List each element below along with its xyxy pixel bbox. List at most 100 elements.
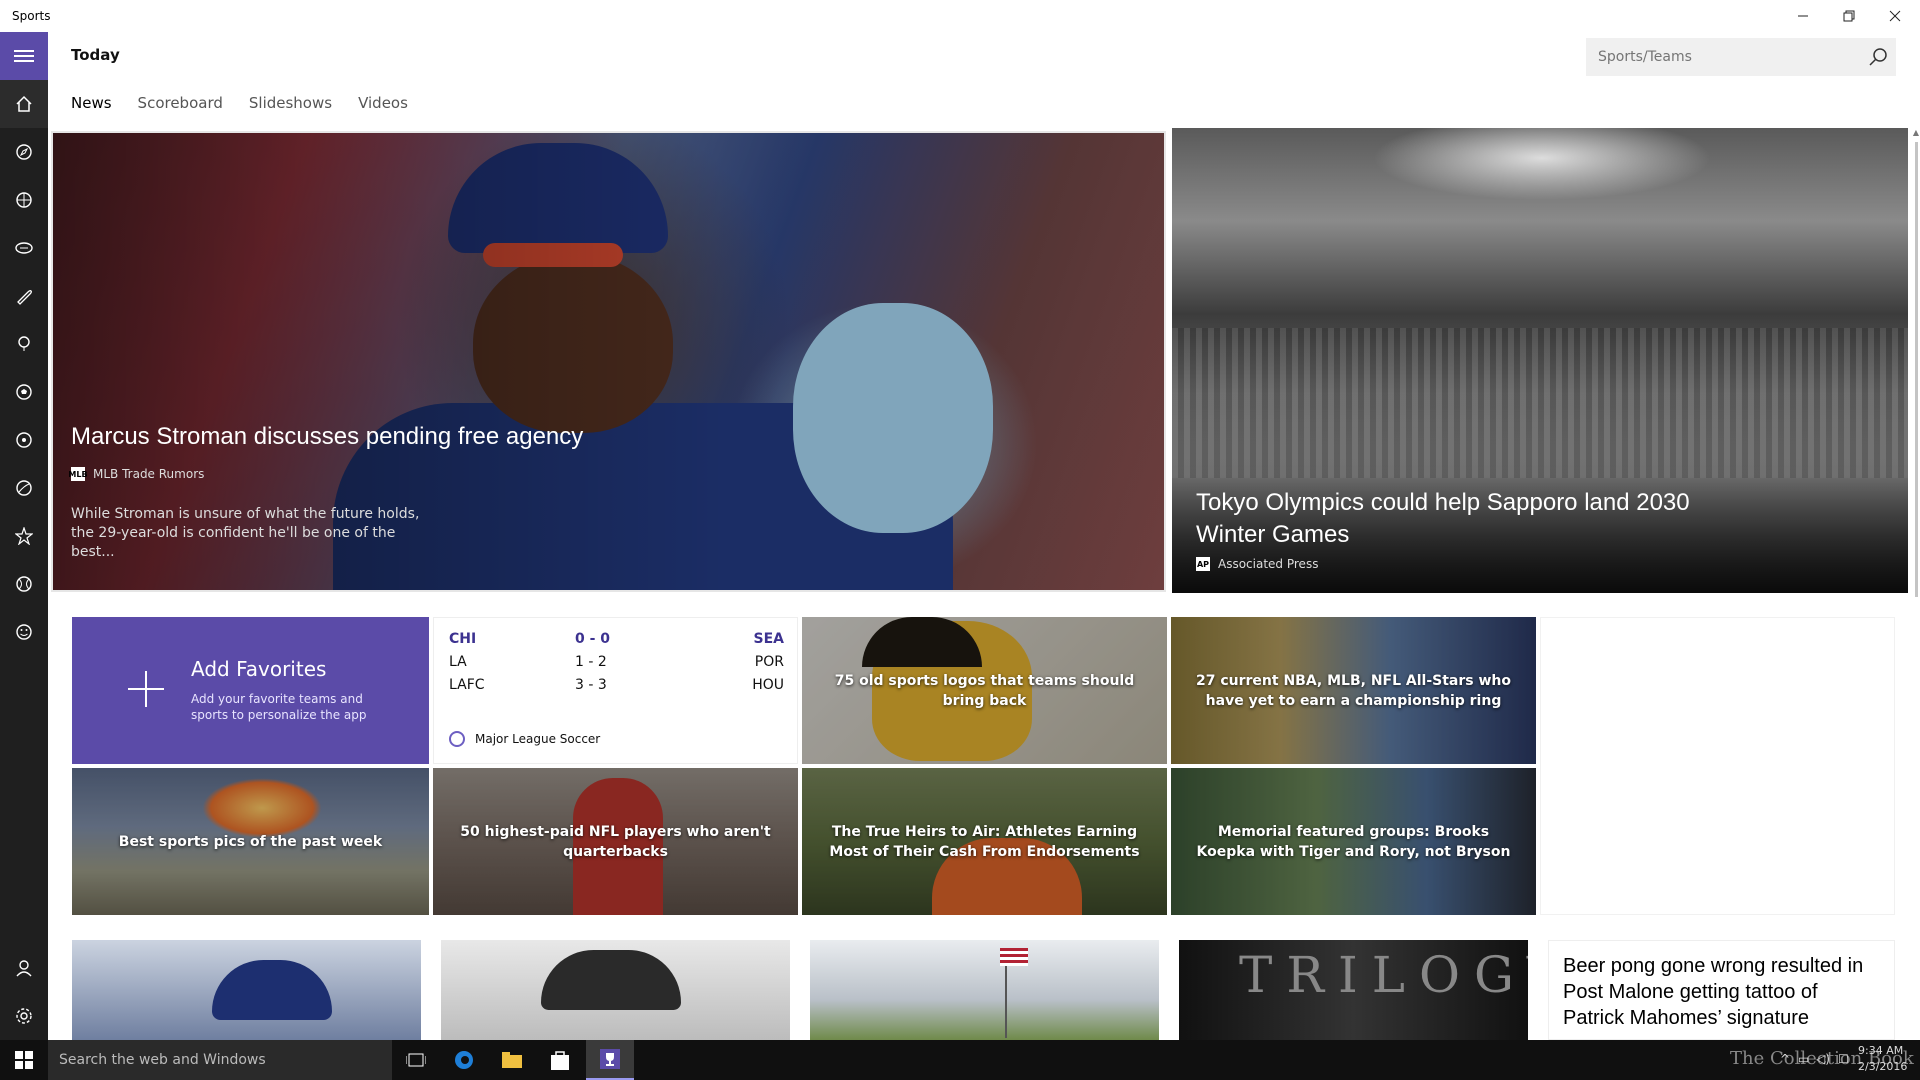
tab-videos[interactable]: Videos bbox=[358, 94, 408, 112]
golf-icon bbox=[16, 432, 32, 448]
network-icon[interactable]: ▭ bbox=[1798, 1052, 1809, 1066]
add-favorites-tile[interactable]: Add Favorites Add your favorite teams an… bbox=[72, 617, 429, 764]
store-bag-icon bbox=[551, 1051, 569, 1070]
nav-fun[interactable] bbox=[0, 608, 48, 656]
article-tile-bottom-4[interactable]: TRILOGY bbox=[1179, 940, 1528, 1040]
nav-football[interactable] bbox=[0, 224, 48, 272]
taskbar-store[interactable] bbox=[536, 1040, 584, 1080]
text-tile-headline: Beer pong gone wrong resulted in Post Ma… bbox=[1563, 955, 1864, 1029]
section-tabs: News Scoreboard Slideshows Videos bbox=[71, 94, 408, 112]
tile-caption: Best sports pics of the past week bbox=[118, 833, 383, 850]
score-row: LA 1 - 2 POR bbox=[449, 654, 784, 670]
title-bar: Sports bbox=[0, 0, 1920, 32]
star-icon bbox=[15, 527, 33, 545]
nav-rail bbox=[0, 32, 48, 1040]
hero-article-main[interactable]: Marcus Stroman discusses pending free ag… bbox=[51, 131, 1166, 592]
chevron-up-icon[interactable]: ^ bbox=[1780, 1052, 1790, 1066]
add-favorites-description: Add your favorite teams and sports to pe… bbox=[191, 692, 367, 722]
article-tile-bottom-2[interactable] bbox=[441, 940, 790, 1040]
scroll-up-arrow-icon[interactable]: ▲ bbox=[1913, 128, 1919, 137]
scroll-thumb[interactable] bbox=[1915, 142, 1918, 597]
nav-baseball[interactable] bbox=[0, 272, 48, 320]
nav-explore[interactable] bbox=[0, 128, 48, 176]
notification-icon[interactable]: ☐ bbox=[1838, 1052, 1849, 1066]
vertical-scrollbar[interactable]: ▲ bbox=[1910, 128, 1920, 1040]
clock-time: 9:34 AM bbox=[1858, 1044, 1904, 1057]
league-label: Major League Soccer bbox=[449, 731, 600, 747]
nav-account[interactable] bbox=[0, 944, 48, 992]
article-tile-text[interactable]: Beer pong gone wrong resulted in Post Ma… bbox=[1548, 940, 1895, 1040]
trilogy-word: TRILOGY bbox=[1239, 946, 1528, 1004]
flag-icon bbox=[1000, 948, 1028, 966]
football-icon bbox=[15, 242, 33, 254]
hockey-icon bbox=[16, 480, 32, 496]
task-view-button[interactable] bbox=[392, 1040, 440, 1080]
start-button[interactable] bbox=[0, 1040, 48, 1080]
hero-main-text: Marcus Stroman discusses pending free ag… bbox=[68, 423, 583, 562]
scoreboard-tile[interactable]: CHI 0 - 0 SEA LA 1 - 2 POR LAFC 3 - 3 HO… bbox=[433, 617, 798, 764]
taskbar-clock[interactable]: 9:34 AM 2/3/2016 bbox=[1858, 1043, 1907, 1075]
nav-soccer[interactable] bbox=[0, 368, 48, 416]
home-icon bbox=[16, 95, 32, 112]
source-logo-icon: AP bbox=[1196, 557, 1210, 571]
search-box[interactable] bbox=[1586, 38, 1896, 76]
nav-hockey[interactable] bbox=[0, 464, 48, 512]
article-tile-old-logos[interactable]: 75 old sports logos that teams should br… bbox=[802, 617, 1167, 764]
taskbar-search[interactable]: Search the web and Windows bbox=[48, 1040, 392, 1080]
article-tile-memorial[interactable]: Memorial featured groups: Brooks Koepka … bbox=[1171, 768, 1536, 915]
tab-scoreboard[interactable]: Scoreboard bbox=[138, 94, 223, 112]
basketball-icon bbox=[16, 192, 32, 208]
tile-caption: 50 highest-paid NFL players who aren't q… bbox=[460, 823, 771, 860]
nav-favorites[interactable] bbox=[0, 512, 48, 560]
account-icon bbox=[16, 960, 32, 977]
windows-logo-icon bbox=[15, 1051, 33, 1069]
hamburger-menu-button[interactable] bbox=[0, 32, 48, 80]
clock-date: 2/3/2016 bbox=[1858, 1060, 1908, 1073]
baseball-bat-icon bbox=[17, 290, 32, 305]
app-title: Sports bbox=[12, 9, 51, 23]
folder-icon bbox=[502, 1052, 522, 1068]
nav-home[interactable] bbox=[0, 80, 48, 128]
tile-caption: Memorial featured groups: Brooks Koepka … bbox=[1196, 823, 1511, 860]
hero-side-source: AP Associated Press bbox=[1196, 557, 1716, 571]
volume-icon[interactable]: ◁) bbox=[1816, 1052, 1830, 1066]
tile-caption: The True Heirs to Air: Athletes Earning … bbox=[829, 823, 1140, 860]
taskbar-edge[interactable] bbox=[440, 1040, 488, 1080]
hero-main-summary: While Stroman is unsure of what the futu… bbox=[71, 506, 420, 560]
close-button[interactable] bbox=[1872, 0, 1918, 32]
hero-article-side[interactable]: Tokyo Olympics could help Sapporo land 2… bbox=[1172, 128, 1908, 593]
tab-slideshows[interactable]: Slideshows bbox=[249, 94, 332, 112]
nav-tennis[interactable] bbox=[0, 560, 48, 608]
add-favorites-title: Add Favorites bbox=[191, 657, 327, 681]
article-tile-sports-pics[interactable]: Best sports pics of the past week bbox=[72, 768, 429, 915]
search-input[interactable] bbox=[1598, 49, 1858, 65]
hamburger-icon bbox=[14, 50, 34, 62]
search-icon[interactable] bbox=[1868, 47, 1888, 67]
empty-tile bbox=[1540, 617, 1895, 915]
hero-side-headline[interactable]: Tokyo Olympics could help Sapporo land 2… bbox=[1196, 487, 1716, 551]
article-tile-bottom-3[interactable] bbox=[810, 940, 1159, 1040]
restore-button[interactable] bbox=[1826, 0, 1872, 32]
settings-icon bbox=[16, 1008, 32, 1024]
taskbar-search-placeholder: Search the web and Windows bbox=[59, 1052, 266, 1068]
article-tile-endorsements[interactable]: The True Heirs to Air: Athletes Earning … bbox=[802, 768, 1167, 915]
trophy-icon bbox=[600, 1049, 620, 1069]
nav-basketball[interactable] bbox=[0, 176, 48, 224]
taskbar-file-explorer[interactable] bbox=[488, 1040, 536, 1080]
task-view-icon bbox=[406, 1053, 426, 1067]
smiley-icon bbox=[16, 624, 32, 640]
nav-golf[interactable] bbox=[0, 416, 48, 464]
minimize-button[interactable] bbox=[1780, 0, 1826, 32]
taskbar-sports-app[interactable] bbox=[586, 1040, 634, 1080]
hero-main-headline[interactable]: Marcus Stroman discusses pending free ag… bbox=[71, 423, 583, 451]
source-name: MLB Trade Rumors bbox=[93, 467, 205, 481]
tab-news[interactable]: News bbox=[71, 94, 112, 112]
article-tile-all-stars[interactable]: 27 current NBA, MLB, NFL All-Stars who h… bbox=[1171, 617, 1536, 764]
article-tile-nfl-paid[interactable]: 50 highest-paid NFL players who aren't q… bbox=[433, 768, 798, 915]
taskbar: Search the web and Windows The Collectio… bbox=[0, 1040, 1920, 1080]
nav-settings[interactable] bbox=[0, 992, 48, 1040]
compass-icon bbox=[16, 144, 32, 160]
nav-ideas[interactable] bbox=[0, 320, 48, 368]
lightbulb-icon bbox=[18, 336, 30, 351]
article-tile-bottom-1[interactable] bbox=[72, 940, 421, 1040]
